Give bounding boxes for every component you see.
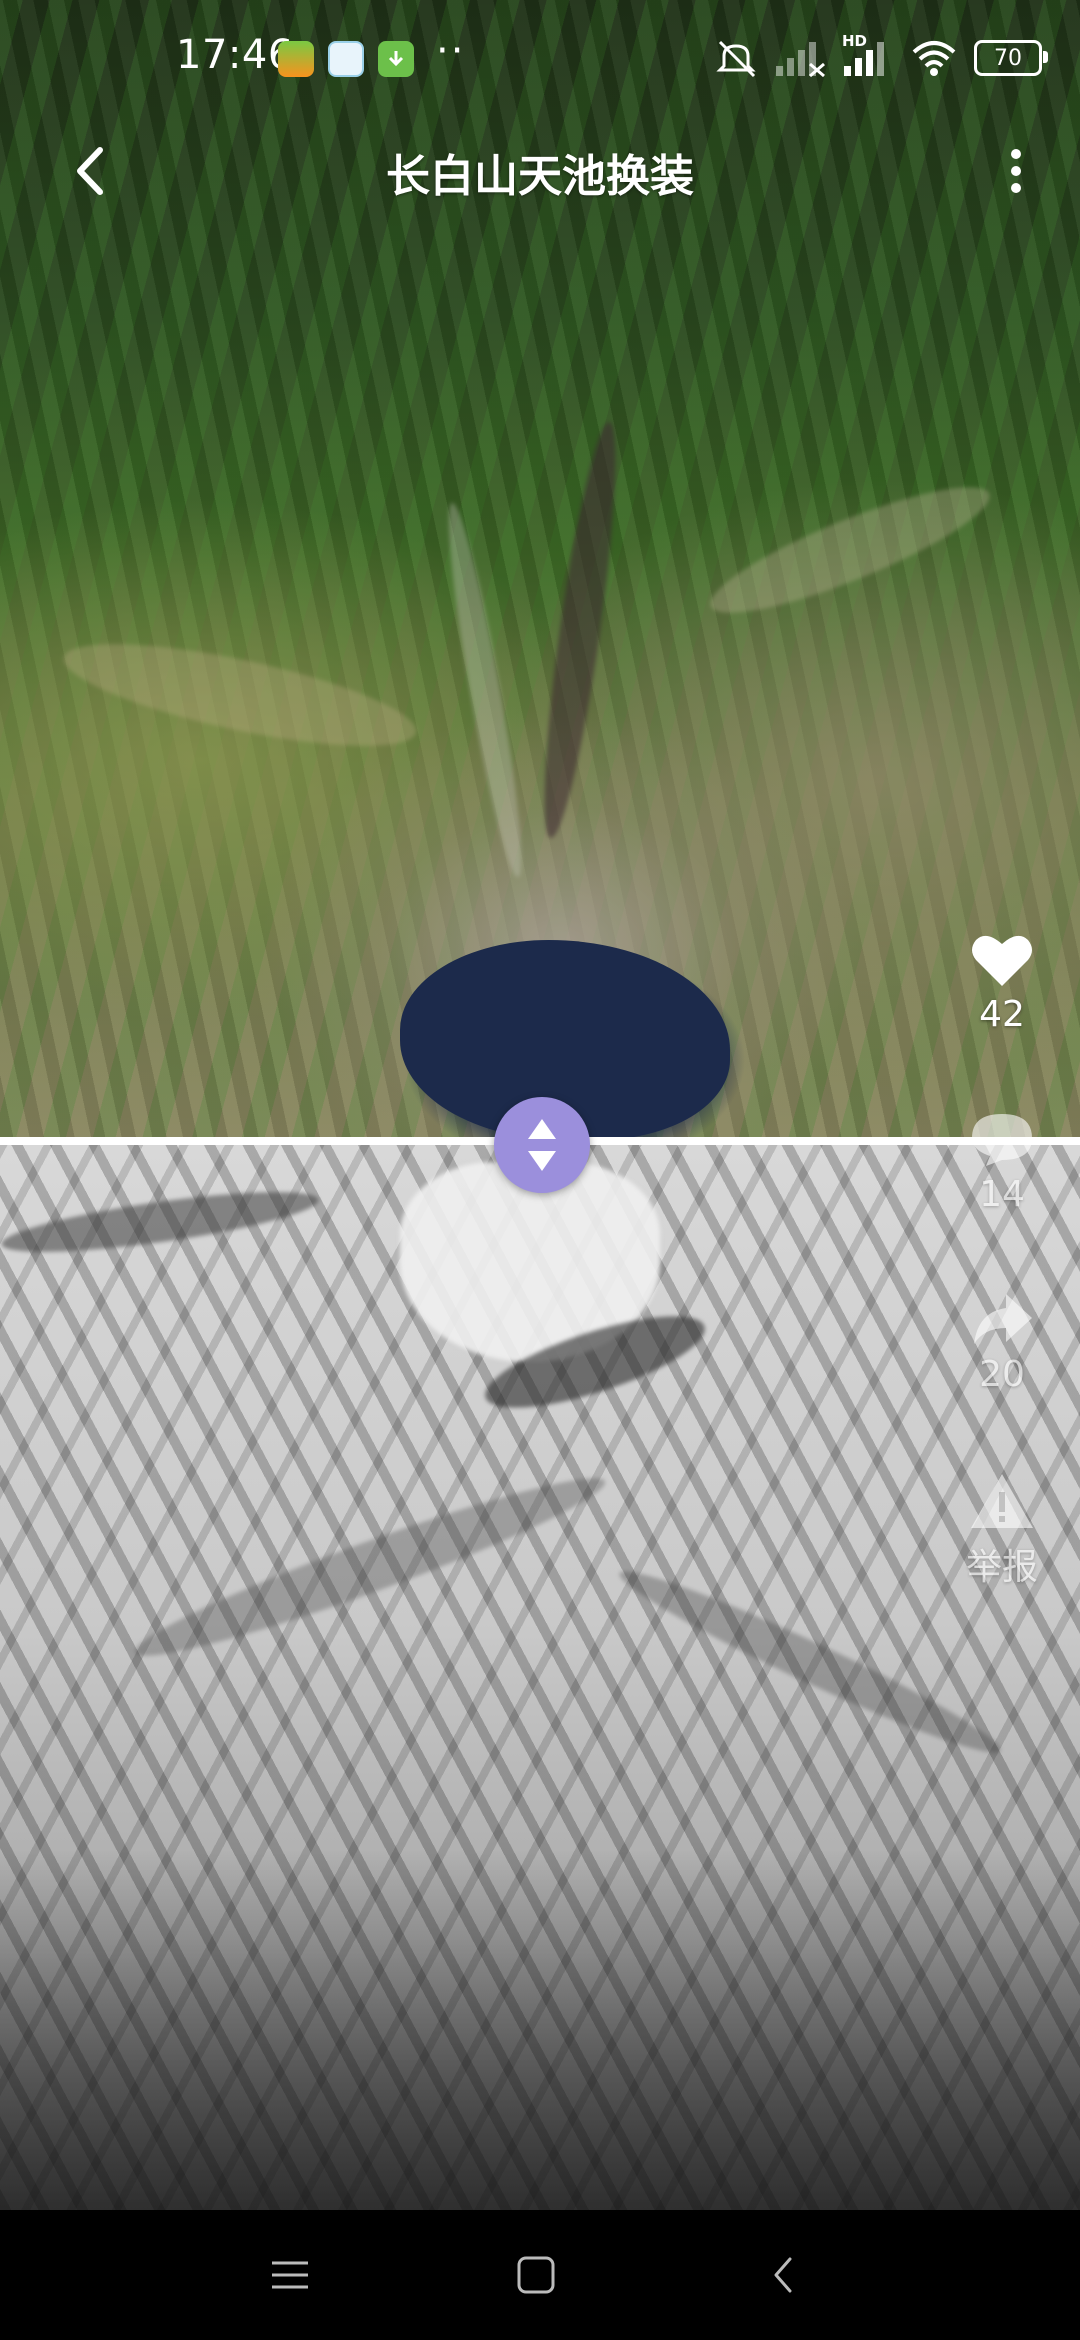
- like-button[interactable]: 42: [952, 930, 1052, 1035]
- image-winter-satellite: [0, 1142, 1080, 2210]
- terrain-ridge: [126, 1458, 614, 1676]
- report-label: 举报: [965, 1547, 1038, 1588]
- share-button[interactable]: 20: [952, 1290, 1052, 1395]
- warning-icon: [971, 1474, 1033, 1528]
- system-nav-bar: [0, 2210, 1080, 2340]
- battery-icon: 70: [974, 40, 1048, 76]
- menu-icon: [272, 2261, 308, 2289]
- terrain-ridge: [0, 1179, 322, 1265]
- terrain-shadow: [0, 1850, 1080, 2210]
- report-button[interactable]: 举报: [952, 1470, 1052, 1590]
- menu-button[interactable]: [260, 2245, 320, 2305]
- system-icons: HD 70: [714, 32, 1048, 80]
- terrain-ridge: [56, 623, 424, 767]
- mute-icon: [716, 40, 756, 78]
- status-bar: 17:46 ·· HD 70: [0, 0, 1080, 118]
- terrain-ridge: [437, 500, 533, 880]
- more-button[interactable]: [988, 136, 1044, 206]
- battery-level: 70: [994, 45, 1022, 71]
- page-title: 长白山天池换装: [386, 151, 694, 202]
- app-icon-1: [278, 41, 314, 77]
- terrain-ridge: [611, 1555, 1009, 1769]
- app-icon-2: [328, 41, 364, 77]
- like-count: 42: [979, 994, 1025, 1035]
- signal-hd-icon: HD: [842, 32, 894, 78]
- status-time: 17:46: [176, 32, 294, 78]
- status-more-dots: ··: [436, 28, 466, 74]
- share-icon: [974, 1294, 1032, 1344]
- terrain-ridge: [530, 419, 630, 841]
- share-count: 20: [979, 1354, 1025, 1395]
- comment-icon: [972, 1114, 1032, 1166]
- wifi-icon: [912, 41, 956, 76]
- swap-vertical-handle[interactable]: [494, 1097, 590, 1193]
- back-chevron-icon: [774, 2257, 792, 2293]
- download-app-icon: [378, 41, 414, 77]
- heart-icon: [972, 935, 1032, 986]
- nav-back-button[interactable]: [754, 2245, 814, 2305]
- comment-count: 14: [979, 1174, 1025, 1215]
- home-button[interactable]: [506, 2245, 566, 2305]
- terrain-ridge: [699, 465, 1001, 635]
- comment-button[interactable]: 14: [952, 1110, 1052, 1215]
- signal-icon: [776, 42, 825, 78]
- home-square-icon: [517, 2256, 555, 2294]
- more-vertical-icon: [1011, 149, 1021, 193]
- app-header: 长白山天池换装: [0, 118, 1080, 218]
- swap-vertical-icon: [528, 1119, 556, 1171]
